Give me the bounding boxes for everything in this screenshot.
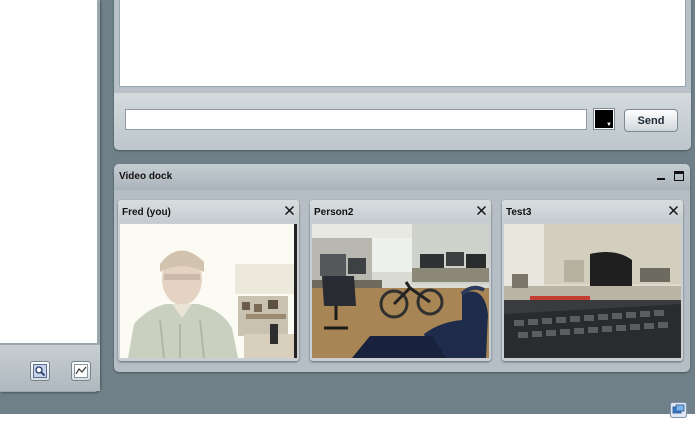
window-icon[interactable] (670, 402, 687, 418)
chat-input-bar: ▼ Send (114, 93, 691, 150)
close-icon[interactable] (668, 205, 679, 216)
graph-icon (74, 364, 88, 378)
zoom-icon (33, 364, 47, 378)
left-toolbar (0, 345, 100, 391)
chat-log (119, 0, 686, 87)
graph-button[interactable] (71, 361, 91, 381)
maximize-icon[interactable] (674, 171, 684, 181)
video-tile-person2: Person2 (310, 200, 491, 361)
zoom-button[interactable] (30, 361, 50, 381)
video-dock-header: Video dock (114, 164, 690, 190)
participant-name: Person2 (314, 207, 354, 218)
video-tile-header: Fred (you) (118, 200, 299, 223)
video-dock-title: Video dock (119, 171, 173, 182)
video-feed (504, 224, 681, 358)
close-icon[interactable] (476, 205, 487, 216)
participant-name: Fred (you) (122, 207, 171, 218)
video-feed (312, 224, 489, 358)
video-tile-test3: Test3 (502, 200, 683, 361)
text-color-picker[interactable]: ▼ (593, 108, 615, 130)
left-panel (0, 0, 100, 392)
video-tile-fred: Fred (you) (118, 200, 299, 361)
minimize-icon[interactable] (657, 168, 666, 180)
close-icon[interactable] (284, 205, 295, 216)
send-button[interactable]: Send (624, 109, 678, 132)
participant-name: Test3 (506, 207, 532, 218)
video-tile-header: Person2 (310, 200, 491, 223)
dropdown-arrow-icon: ▼ (606, 122, 612, 128)
video-feed (120, 224, 297, 358)
chat-panel: ▼ Send (114, 0, 691, 150)
message-input[interactable] (125, 109, 587, 130)
video-tile-header: Test3 (502, 200, 683, 223)
video-dock: Video dock Fred (you) Person2 Test3 (114, 164, 690, 372)
left-content-area (0, 0, 97, 343)
